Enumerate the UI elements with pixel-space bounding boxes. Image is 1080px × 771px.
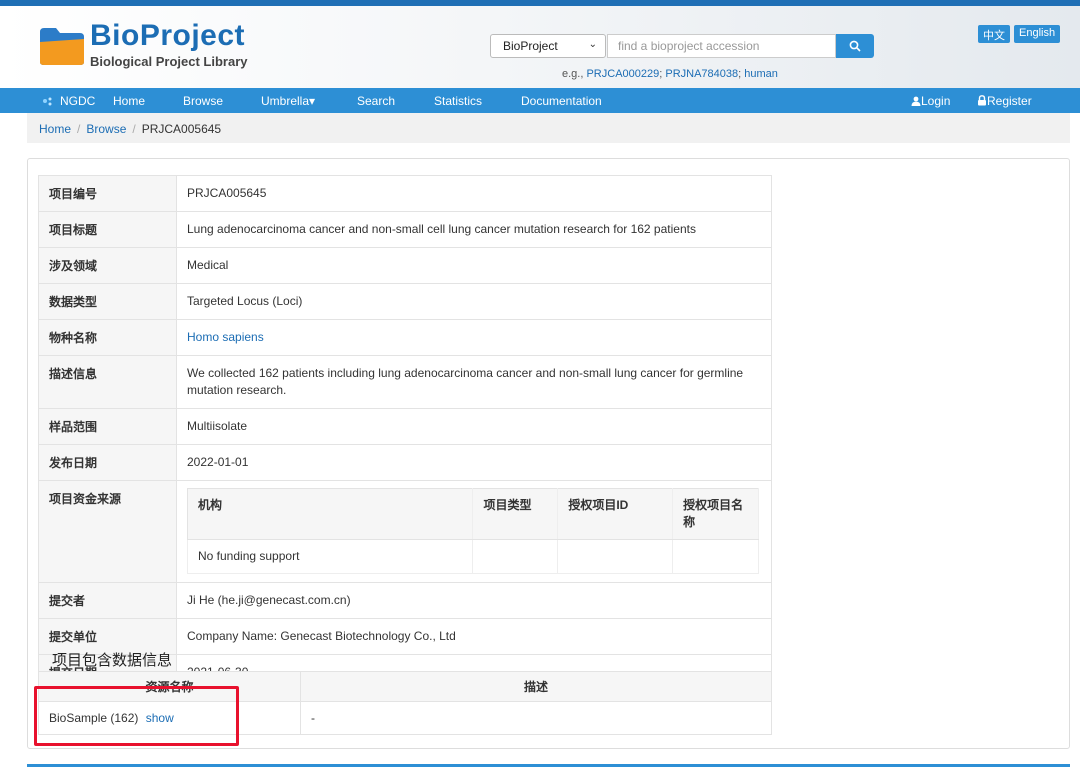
search-type-value: BioProject — [503, 39, 558, 53]
funding-empty-cell — [472, 539, 559, 574]
organism-link[interactable]: Homo sapiens — [187, 330, 264, 344]
funding-col-institution: 机构 — [186, 488, 474, 540]
highlight-box — [34, 686, 239, 746]
funding-col-grant-id: 授权项目ID — [557, 488, 674, 540]
sample-scope-value: Multiisolate — [176, 408, 772, 445]
data-type-value: Targeted Locus (Loci) — [176, 283, 772, 320]
funding-row: No funding support — [186, 539, 759, 574]
register-label: Register — [987, 94, 1032, 108]
nav-documentation[interactable]: Documentation — [521, 94, 602, 108]
funding-empty-cell — [672, 539, 759, 574]
lang-english-button[interactable]: English — [1014, 25, 1061, 43]
login-label: Login — [921, 94, 951, 108]
table-row: 数据类型 Targeted Locus (Loci) — [38, 283, 772, 320]
organism-cell: Homo sapiens — [176, 319, 772, 356]
submitter-value: Ji He (he.ji@genecast.com.cn) — [176, 582, 772, 619]
table-row: 描述信息 We collected 162 patients including… — [38, 355, 772, 409]
funding-table: 机构 项目类型 授权项目ID 授权项目名称 No funding support — [186, 488, 759, 574]
nav-statistics[interactable]: Statistics — [434, 94, 482, 108]
example-link-human[interactable]: human — [744, 68, 778, 80]
nav-register[interactable]: Register — [977, 94, 1032, 108]
table-row: 项目编号 PRJCA005645 — [38, 175, 772, 212]
funding-empty-cell — [557, 539, 674, 574]
search-button[interactable] — [836, 34, 874, 58]
sample-scope-label: 样品范围 — [38, 408, 177, 445]
search-examples: e.g., PRJCA000229; PRJNA784038; human — [562, 68, 778, 80]
search-icon — [849, 40, 861, 52]
table-row: 项目资金来源 机构 项目类型 授权项目ID 授权项目名称 No funding … — [38, 480, 772, 583]
description-label: 描述信息 — [38, 355, 177, 409]
funding-cell: 机构 项目类型 授权项目ID 授权项目名称 No funding support — [176, 480, 772, 583]
breadcrumb-separator: / — [77, 122, 81, 136]
organization-value: Company Name: Genecast Biotechnology Co.… — [176, 618, 772, 655]
nav-browse[interactable]: Browse — [183, 94, 223, 108]
breadcrumb-browse[interactable]: Browse — [86, 122, 126, 136]
table-row: 物种名称 Homo sapiens — [38, 319, 772, 356]
accession-value: PRJCA005645 — [176, 175, 772, 212]
accession-label: 项目编号 — [38, 175, 177, 212]
field-value: Medical — [176, 247, 772, 284]
nav-ngdc[interactable]: NGDC — [60, 94, 95, 108]
resource-description: - — [300, 701, 772, 735]
funding-none: No funding support — [186, 539, 474, 574]
folder-logo-icon — [40, 28, 84, 65]
project-detail-panel: 项目编号 PRJCA005645 项目标题 Lung adenocarcinom… — [27, 158, 1070, 749]
funding-col-grant-name: 授权项目名称 — [672, 488, 759, 540]
nav-search[interactable]: Search — [357, 94, 395, 108]
examples-prefix: e.g., — [562, 68, 587, 80]
organism-label: 物种名称 — [38, 319, 177, 356]
title-label: 项目标题 — [38, 211, 177, 248]
data-section-title: 项目包含数据信息 — [52, 652, 173, 669]
caret-down-icon: ▾ — [309, 94, 316, 108]
nav-login[interactable]: Login — [911, 94, 950, 108]
site-subtitle: Biological Project Library — [90, 54, 248, 69]
table-row: 提交者 Ji He (he.ji@genecast.com.cn) — [38, 582, 772, 619]
breadcrumb: Home / Browse / PRJCA005645 — [27, 113, 1070, 143]
description-header: 描述 — [300, 671, 772, 702]
chevron-down-icon: ⌄ — [588, 39, 597, 50]
table-row: 发布日期 2022-01-01 — [38, 444, 772, 481]
site-title[interactable]: BioProject — [90, 19, 245, 53]
site-header: BioProject Biological Project Library Bi… — [0, 6, 1080, 88]
project-info-table: 项目编号 PRJCA005645 项目标题 Lung adenocarcinom… — [38, 175, 772, 691]
ngdc-logo-icon — [43, 97, 52, 106]
search-type-select[interactable]: BioProject ⌄ — [490, 34, 606, 58]
nav-home[interactable]: Home — [113, 94, 145, 108]
example-link-prjca[interactable]: PRJCA000229 — [586, 68, 659, 80]
table-row: 样品范围 Multiisolate — [38, 408, 772, 445]
lang-chinese-button[interactable]: 中文 — [978, 25, 1010, 43]
table-row: 项目标题 Lung adenocarcinoma cancer and non-… — [38, 211, 772, 248]
funding-col-type: 项目类型 — [472, 488, 559, 540]
description-value: We collected 162 patients including lung… — [176, 355, 772, 409]
lock-icon — [978, 95, 986, 106]
submitter-label: 提交者 — [38, 582, 177, 619]
field-label: 涉及领域 — [38, 247, 177, 284]
nav-umbrella-label: Umbrella — [261, 94, 310, 108]
footer-divider — [27, 764, 1070, 767]
breadcrumb-separator: / — [132, 122, 136, 136]
breadcrumb-home[interactable]: Home — [39, 122, 71, 136]
release-date-value: 2022-01-01 — [176, 444, 772, 481]
release-date-label: 发布日期 — [38, 444, 177, 481]
example-link-prjna[interactable]: PRJNA784038 — [665, 68, 738, 80]
table-row: 涉及领域 Medical — [38, 247, 772, 284]
breadcrumb-current: PRJCA005645 — [141, 122, 222, 136]
search-input[interactable]: find a bioproject accession — [607, 34, 836, 58]
data-type-label: 数据类型 — [38, 283, 177, 320]
main-nav: NGDC Home Browse Umbrella▾ Search Statis… — [0, 88, 1080, 113]
funding-label: 项目资金来源 — [38, 480, 177, 583]
title-value: Lung adenocarcinoma cancer and non-small… — [176, 211, 772, 248]
user-icon — [911, 96, 921, 106]
nav-umbrella[interactable]: Umbrella▾ — [261, 94, 315, 108]
funding-header-row: 机构 项目类型 授权项目ID 授权项目名称 — [186, 488, 759, 540]
